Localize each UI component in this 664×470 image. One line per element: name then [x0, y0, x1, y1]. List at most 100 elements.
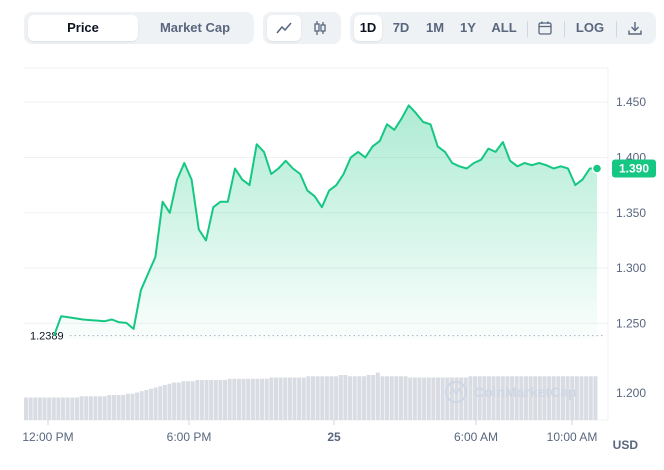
volume-bar: [61, 397, 66, 420]
volume-bar: [111, 395, 116, 420]
price-chart: 1.2389 1.2501.3001.3501.4001.4501.200 12…: [22, 67, 656, 444]
volume-bar: [204, 380, 209, 420]
volume-bar: [162, 385, 167, 420]
volume-bar: [241, 378, 246, 420]
volume-bar: [56, 397, 61, 420]
volume-bar: [408, 377, 413, 420]
volume-bar: [468, 376, 473, 420]
watermark-text: CoinMarketCap: [474, 384, 577, 400]
currency-label: USD: [612, 438, 638, 452]
volume-bar: [324, 376, 329, 420]
volume-bar: [246, 378, 251, 420]
y-tick-label: 1.250: [616, 316, 646, 330]
volume-bar: [292, 377, 297, 420]
volume-bar: [79, 396, 84, 420]
volume-bar: [107, 395, 112, 420]
volume-bar: [329, 376, 334, 420]
volume-bar: [454, 377, 459, 420]
volume-bar: [24, 397, 29, 420]
x-tick-label: 10:00 AM: [547, 430, 598, 444]
volume-bar: [28, 397, 33, 420]
volume-bar: [334, 376, 339, 420]
volume-bar: [435, 377, 441, 420]
volume-bar: [209, 380, 214, 420]
volume-bar: [227, 378, 232, 420]
volume-bar: [426, 377, 431, 420]
x-tick-label: 6:00 PM: [167, 430, 212, 444]
volume-bar: [84, 396, 89, 420]
volume-bar: [116, 395, 121, 420]
volume-bar: [273, 377, 278, 420]
volume-bar: [42, 397, 47, 420]
volume-bar: [440, 377, 445, 420]
volume-bar: [412, 377, 417, 420]
price-area: [54, 105, 597, 341]
volume-bar: [311, 376, 316, 420]
volume-bar: [584, 376, 589, 420]
volume-bar: [422, 377, 427, 420]
volume-bar: [88, 396, 93, 420]
volume-bar: [385, 376, 390, 420]
volume-bar: [181, 381, 186, 420]
current-price-dot: [591, 163, 603, 174]
volume-bar: [195, 380, 200, 420]
volume-bar: [588, 376, 593, 420]
volume-bar: [176, 382, 181, 420]
volume-bar: [167, 383, 172, 420]
volume-bar: [153, 387, 158, 420]
volume-bar: [232, 378, 237, 420]
volume-bar: [130, 393, 135, 420]
volume-bar: [236, 378, 241, 420]
reference-label: 1.2389: [30, 331, 64, 343]
y-tick-label: 1.350: [616, 206, 646, 220]
volume-bar: [74, 397, 79, 420]
volume-bar: [93, 396, 98, 420]
volume-bar: [431, 377, 436, 420]
y-tick-label: 1.200: [616, 386, 646, 400]
volume-bar: [218, 380, 223, 420]
volume-bar: [315, 376, 320, 420]
volume-bar: [186, 381, 191, 420]
volume-bar: [320, 376, 325, 420]
volume-bar: [125, 393, 130, 420]
volume-bar: [306, 376, 311, 420]
volume-bar: [47, 397, 52, 420]
volume-bar: [199, 380, 204, 420]
volume-bar: [37, 397, 42, 420]
volume-bar: [283, 377, 288, 420]
volume-bar: [139, 391, 144, 420]
volume-bar: [380, 376, 385, 420]
volume-bar: [102, 396, 107, 420]
volume-bar: [394, 376, 399, 420]
volume-bar: [172, 382, 177, 420]
y-tick-label: 1.300: [616, 261, 646, 275]
volume-bar: [371, 375, 376, 420]
volume-bar: [158, 386, 163, 420]
volume-bar: [148, 388, 154, 420]
volume-bar: [338, 375, 343, 420]
volume-bar: [269, 377, 274, 420]
volume-bar: [398, 376, 403, 420]
volume-bar: [70, 397, 75, 420]
volume-bar: [51, 397, 56, 420]
volume-bar: [65, 397, 70, 420]
volume-bar: [135, 392, 140, 420]
volume-bar: [301, 377, 306, 420]
x-tick-label: 12:00 PM: [22, 430, 73, 444]
x-tick-label: 25: [327, 430, 341, 444]
y-tick-label: 1.450: [616, 95, 646, 109]
volume-bar: [366, 375, 371, 420]
volume-bar: [352, 376, 357, 420]
volume-bar: [255, 378, 260, 420]
volume-bar: [213, 380, 218, 420]
volume-bar: [144, 390, 149, 420]
volume-bar: [403, 376, 408, 420]
volume-bar: [579, 376, 584, 420]
volume-bar: [343, 375, 348, 420]
volume-bar: [121, 395, 126, 420]
current-price-label: 1.390: [619, 162, 649, 176]
volume-bar: [190, 381, 195, 420]
volume-bar: [98, 396, 103, 420]
volume-bar: [287, 377, 292, 420]
volume-bar: [264, 378, 269, 420]
